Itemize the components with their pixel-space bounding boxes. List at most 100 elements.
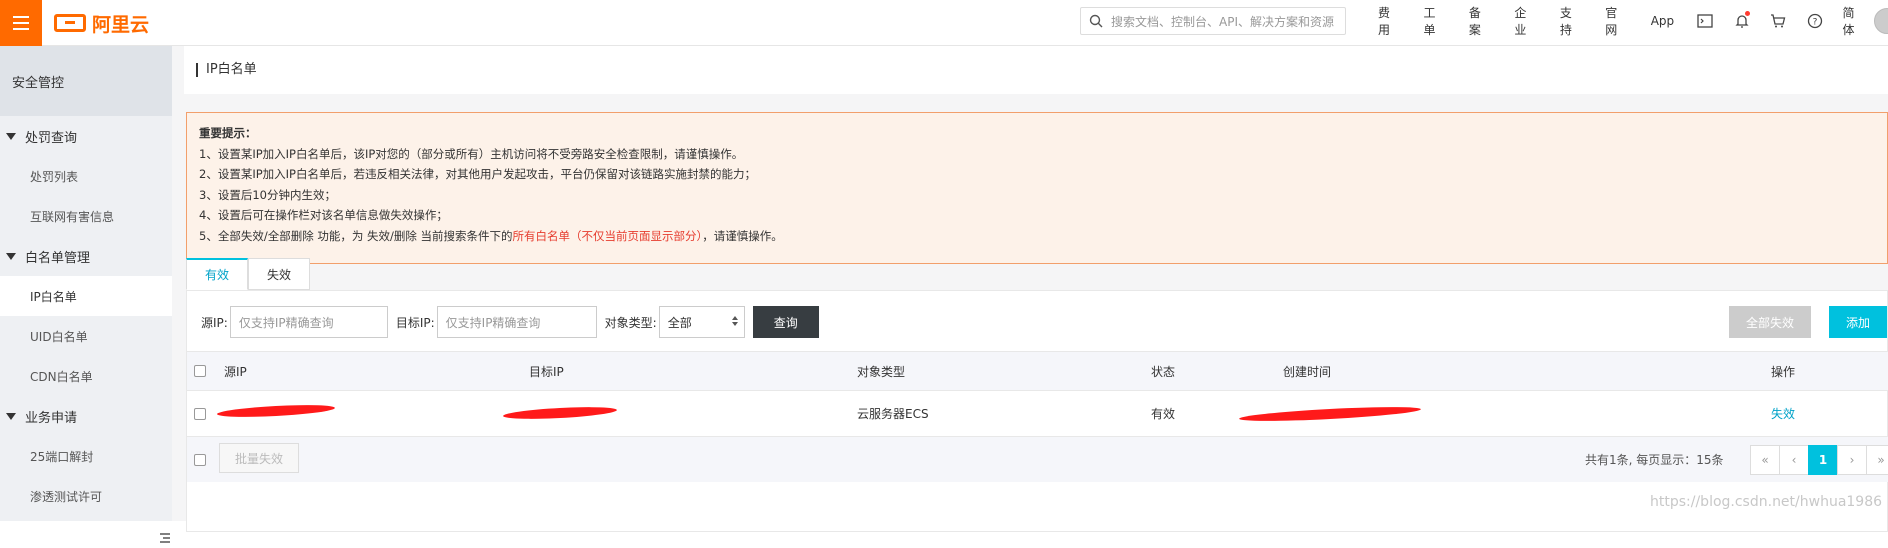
sidebar-item-penalty-list[interactable]: 处罚列表 (0, 156, 172, 196)
logo[interactable]: 阿里云 (54, 10, 149, 36)
sidebar-title: 安全管控 (0, 46, 172, 116)
sidebar-item-cdn-whitelist[interactable]: CDN白名单 (0, 356, 172, 396)
sidebar-item-pentest[interactable]: 渗透测试许可 (0, 476, 172, 516)
page-info: 共有1条, 每页显示：15条 (1585, 453, 1724, 467)
language-switch[interactable]: 简体 (1842, 4, 1865, 38)
notification-dot (1745, 11, 1751, 16)
notice-line5-suffix: ，请谨慎操作。 (702, 228, 783, 243)
source-ip-input[interactable]: 仅支持IP精确查询 (229, 306, 388, 338)
col-created: 创建时间 (1283, 364, 1332, 379)
col-action: 操作 (1771, 364, 1796, 379)
notice-box: 重要提示： 1、设置某IP加入IP白名单后，该IP对您的（部分或所有）主机访问将… (186, 112, 1888, 264)
page-title: IP白名单 (196, 63, 257, 77)
table-row: 云服务器ECS 有效 失效 (187, 391, 1888, 437)
target-ip-label: 目标IP: (395, 315, 435, 330)
source-ip-label: 源IP: (201, 315, 228, 330)
disable-link[interactable]: 失效 (1771, 391, 1795, 436)
nav-official-site[interactable]: 官网 (1605, 4, 1628, 38)
cart-icon[interactable] (1769, 12, 1787, 30)
menu-icon[interactable] (0, 0, 42, 46)
target-ip-placeholder: 仅支持IP精确查询 (445, 315, 541, 330)
sidebar-group-label: 白名单管理 (25, 250, 91, 266)
sidebar-group-whitelist[interactable]: 白名单管理 (0, 236, 172, 276)
svg-text:?: ? (1812, 18, 1817, 28)
redaction-mark (1238, 404, 1422, 424)
sidebar-group-penalty[interactable]: 处罚查询 (0, 116, 172, 156)
nav-enterprise[interactable]: 企业 (1514, 4, 1537, 38)
caret-down-icon (6, 412, 16, 420)
col-object-type: 对象类型 (857, 364, 906, 379)
tab-active[interactable]: 有效 (186, 258, 249, 290)
object-type-select[interactable]: 全部 (658, 306, 745, 338)
sidebar-item-harmful-info[interactable]: 互联网有害信息 (0, 196, 172, 236)
source-ip-placeholder: 仅支持IP精确查询 (238, 315, 334, 330)
sort-arrows-icon (731, 316, 738, 326)
watermark: https://blog.csdn.net/hwhua1986 (1650, 494, 1883, 510)
row-checkbox[interactable] (194, 391, 206, 436)
redaction-mark (216, 402, 336, 420)
object-type-value: 全部 (667, 315, 692, 330)
search-icon (1089, 14, 1103, 28)
disable-all-button[interactable]: 全部失效 (1729, 306, 1811, 338)
query-button[interactable]: 查询 (752, 306, 819, 338)
add-button[interactable]: 添加 (1829, 306, 1887, 338)
col-source-ip: 源IP (224, 364, 247, 379)
nav-icp[interactable]: 备案 (1469, 4, 1492, 38)
help-icon[interactable]: ? (1806, 12, 1824, 30)
terminal-icon[interactable] (1696, 12, 1714, 30)
notice-line: 5、全部失效/全部删除 功能，为 失效/删除 当前搜索条件下的所有白名单（不仅当… (199, 226, 1875, 247)
sidebar-item-uid-whitelist[interactable]: UID白名单 (0, 316, 172, 356)
table-footer: 批量失效 共有1条, 每页显示：15条 « ‹ 1 › » (187, 437, 1888, 482)
search-placeholder: 搜索文档、控制台、API、解决方案和资源 (1111, 14, 1334, 29)
logo-mark-icon (54, 14, 86, 32)
redaction-mark (502, 405, 618, 421)
object-type-cell: 云服务器ECS (857, 407, 929, 421)
target-ip-cell (502, 391, 619, 436)
notice-line: 3、设置后10分钟内生效； (199, 187, 336, 202)
nav-fees[interactable]: 费用 (1378, 4, 1401, 38)
page-header: IP白名单 (184, 46, 1888, 94)
tab-inactive[interactable]: 失效 (248, 258, 311, 290)
nav-support[interactable]: 支持 (1560, 4, 1583, 38)
top-nav: 费用 工单 备案 企业 支持 官网 App ? 简体 (1378, 0, 1888, 42)
sidebar-item-port25[interactable]: 25端口解封 (0, 436, 172, 476)
nav-tickets[interactable]: 工单 (1423, 4, 1446, 38)
batch-disable-button[interactable]: 批量失效 (219, 443, 299, 473)
notice-line5-warning: 所有白名单（不仅当前页面显示部分） (512, 228, 703, 243)
select-all-checkbox[interactable] (194, 352, 206, 390)
col-target-ip: 目标IP (529, 364, 564, 379)
pagination: « ‹ 1 › » (1750, 445, 1888, 475)
notice-heading: 重要提示： (199, 126, 257, 140)
sidebar-item-ip-whitelist[interactable]: IP白名单 (0, 276, 172, 316)
sidebar-group-label: 处罚查询 (25, 130, 78, 146)
created-cell (1238, 391, 1423, 436)
pager-last[interactable]: » (1866, 445, 1888, 475)
pager-prev[interactable]: ‹ (1779, 445, 1809, 475)
bell-icon[interactable] (1733, 11, 1751, 30)
notice-line5-prefix: 5、全部失效/全部删除 功能，为 失效/删除 当前搜索条件下的 (199, 228, 513, 243)
table-header: 源IP 目标IP 对象类型 状态 创建时间 操作 (187, 351, 1888, 391)
status-tabs: 有效 失效 (186, 258, 311, 290)
sidebar: 安全管控 处罚查询 处罚列表 互联网有害信息 白名单管理 IP白名单 UID白名… (0, 46, 172, 543)
target-ip-input[interactable]: 仅支持IP精确查询 (436, 306, 597, 338)
col-status: 状态 (1151, 364, 1176, 379)
notice-line: 2、设置某IP加入IP白名单后，若违反相关法律，对其他用户发起攻击，平台仍保留对… (199, 167, 756, 181)
object-type-label: 对象类型: (604, 315, 657, 330)
nav-app[interactable]: App (1651, 14, 1674, 28)
caret-down-icon (6, 132, 16, 140)
pager-page-1[interactable]: 1 (1808, 445, 1838, 475)
logo-text: 阿里云 (92, 13, 150, 36)
source-ip-cell (216, 391, 337, 436)
sidebar-group-business[interactable]: 业务申请 (0, 396, 172, 436)
sidebar-collapse-icon[interactable] (158, 528, 172, 548)
pager-first[interactable]: « (1750, 445, 1780, 475)
main-content: IP白名单 重要提示： 1、设置某IP加入IP白名单后，该IP对您的（部分或所有… (172, 46, 1888, 532)
status-cell: 有效 (1151, 407, 1176, 421)
search-input[interactable]: 搜索文档、控制台、API、解决方案和资源 (1080, 7, 1346, 35)
caret-down-icon (6, 252, 16, 260)
whitelist-panel: 源IP: 仅支持IP精确查询 目标IP: 仅支持IP精确查询 对象类型: 全部 … (186, 290, 1888, 532)
pager-next[interactable]: › (1837, 445, 1867, 475)
top-bar: 阿里云 搜索文档、控制台、API、解决方案和资源 费用 工单 备案 企业 支持 … (0, 0, 1888, 46)
notice-line: 1、设置某IP加入IP白名单后，该IP对您的（部分或所有）主机访问将不受旁路安全… (199, 146, 744, 161)
footer-checkbox[interactable] (194, 437, 206, 482)
